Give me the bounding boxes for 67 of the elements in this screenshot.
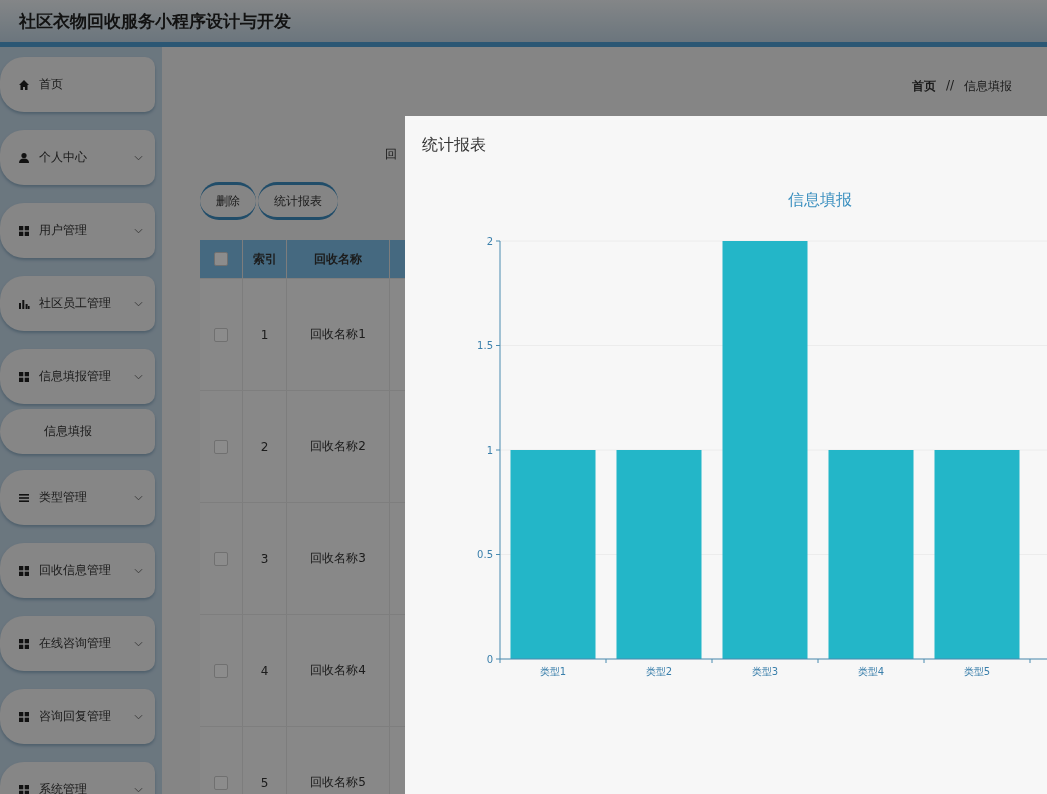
y-tick-label: 1.5 <box>477 340 493 351</box>
column-header: 回收名称 <box>287 240 390 278</box>
sidebar-item[interactable]: 用户管理 <box>0 203 155 258</box>
checkbox[interactable] <box>214 327 228 342</box>
search-label: 回 <box>385 147 397 161</box>
table-cell: 回收名称5 <box>287 727 390 794</box>
grid-icon <box>18 564 30 577</box>
column-header: 索引 <box>243 240 287 278</box>
person-icon <box>18 151 30 164</box>
breadcrumb-item[interactable]: 首页 <box>911 78 936 96</box>
home-icon <box>18 78 30 91</box>
sidebar-item[interactable]: 首页 <box>0 57 155 112</box>
x-tick-label: 类型1 <box>539 666 567 677</box>
table-cell: 回收名称4 <box>287 615 390 726</box>
table-cell: 2 <box>243 391 287 502</box>
grid-icon <box>18 370 30 383</box>
chevron-down-icon <box>134 154 143 161</box>
checkbox[interactable] <box>214 252 228 266</box>
dialog-title: 统计报表 <box>422 135 486 156</box>
report-button[interactable]: 统计报表 <box>258 182 338 220</box>
y-tick-label: 2 <box>486 235 493 247</box>
chevron-down-icon <box>134 494 143 501</box>
sidebar-item[interactable]: 信息填报管理 <box>0 349 155 404</box>
chevron-down-icon <box>134 227 143 234</box>
grid-icon <box>18 637 30 650</box>
table-cell: 1 <box>243 279 287 390</box>
sidebar-item[interactable]: 咨询回复管理 <box>0 689 155 744</box>
chart-title: 信息填报 <box>788 190 852 209</box>
x-tick-label: 类型3 <box>751 666 779 677</box>
sidebar-item[interactable]: 回收信息管理 <box>0 543 155 598</box>
sidebar-item[interactable]: 类型管理 <box>0 470 155 525</box>
y-tick-label: 0.5 <box>477 549 493 560</box>
checkbox[interactable] <box>214 775 228 790</box>
app-title: 社区衣物回收服务小程序设计与开发 <box>19 9 291 33</box>
chevron-down-icon <box>134 373 143 380</box>
bar-chart-icon <box>18 297 30 310</box>
sidebar-item[interactable]: 在线咨询管理 <box>0 616 155 671</box>
table-cell: 回收名称3 <box>287 503 390 614</box>
y-tick-label: 1 <box>486 444 493 456</box>
table-cell: 4 <box>243 615 287 726</box>
chevron-down-icon <box>134 713 143 720</box>
y-tick-label: 0 <box>486 653 493 665</box>
sidebar-subitem[interactable]: 信息填报 <box>0 409 155 454</box>
x-tick-label: 类型5 <box>963 666 991 677</box>
chevron-down-icon <box>134 300 143 307</box>
delete-button[interactable]: 删除 <box>200 182 256 220</box>
checkbox[interactable] <box>214 439 228 454</box>
grid-icon <box>18 710 30 723</box>
table-cell: 3 <box>243 503 287 614</box>
list-icon <box>18 491 30 504</box>
x-tick-label: 类型2 <box>645 666 673 677</box>
sidebar-item[interactable]: 系统管理 <box>0 762 155 794</box>
breadcrumb-item[interactable]: 信息填报 <box>964 78 1012 96</box>
grid-icon <box>18 224 30 237</box>
table-cell: 回收名称2 <box>287 391 390 502</box>
chevron-down-icon <box>134 640 143 647</box>
table-cell: 回收名称1 <box>287 279 390 390</box>
sidebar-item[interactable]: 社区员工管理 <box>0 276 155 331</box>
breadcrumb-separator: // <box>945 78 954 94</box>
x-tick-label: 类型4 <box>857 666 885 677</box>
table-cell: 5 <box>243 727 287 794</box>
sidebar-item[interactable]: 个人中心 <box>0 130 155 185</box>
chevron-down-icon <box>134 567 143 574</box>
chevron-down-icon <box>134 786 143 793</box>
grid-icon <box>18 783 30 794</box>
checkbox[interactable] <box>214 663 228 678</box>
checkbox[interactable] <box>214 551 228 566</box>
